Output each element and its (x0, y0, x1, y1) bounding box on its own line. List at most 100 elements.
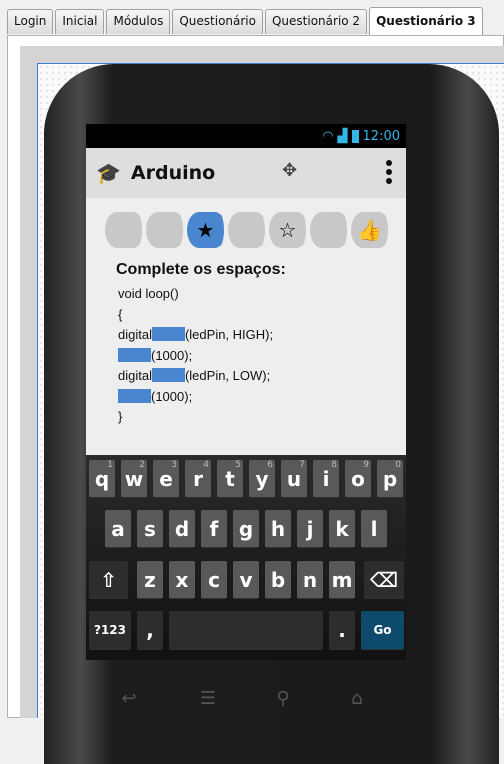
code-text: digital (118, 327, 152, 342)
progress-steps: ★ ☆ 👍 (105, 212, 388, 248)
code-text: } (118, 409, 123, 424)
backspace-key[interactable]: ⌫ (364, 561, 404, 599)
quiz-content: Complete os espaços: void loop() { digital… (116, 261, 286, 428)
code-text: { (118, 306, 123, 322)
key-y[interactable]: y6 (249, 460, 275, 498)
recent-apps-icon[interactable]: ⌂ (342, 688, 372, 709)
key-t[interactable]: t5 (217, 460, 243, 498)
key-c[interactable]: c (201, 561, 227, 599)
tab-5[interactable]: Questionário 3 (369, 7, 483, 35)
code-line: void loop() (118, 284, 286, 305)
step-4[interactable]: ☆ (269, 212, 306, 248)
key-d[interactable]: d (169, 510, 195, 548)
key-s[interactable]: s (137, 510, 163, 548)
tab-4[interactable]: Questionário 2 (264, 9, 368, 34)
key-q[interactable]: q1 (89, 460, 115, 498)
blank-field[interactable] (118, 347, 151, 362)
key-label: ?123 (93, 623, 126, 637)
key-label: , (146, 618, 154, 642)
key-label: l (370, 516, 378, 541)
key-m[interactable]: m (329, 561, 355, 599)
clock: 12:00 (362, 128, 400, 144)
key-label: b (270, 567, 286, 592)
key-i[interactable]: i8 (313, 460, 339, 498)
key-g[interactable]: g (233, 510, 259, 548)
key-h[interactable]: h (265, 510, 291, 548)
step-1[interactable] (146, 212, 183, 248)
tab-0[interactable]: Login (7, 9, 54, 34)
code-text: (1000); (151, 388, 193, 404)
shift-key[interactable]: ⇧ (89, 561, 128, 599)
key-number: 7 (299, 460, 305, 470)
space-key[interactable] (169, 611, 323, 650)
key-label: j (306, 516, 314, 541)
step-3[interactable] (228, 212, 265, 248)
blank-field[interactable] (151, 368, 185, 382)
comma-key[interactable]: , (137, 611, 163, 650)
key-label: i (322, 466, 330, 491)
key-a[interactable]: a (105, 510, 131, 548)
key-k[interactable]: k (329, 510, 355, 548)
key-number: 0 (395, 460, 401, 470)
blank-field[interactable] (118, 388, 151, 403)
key-number: 5 (235, 460, 241, 470)
battery-icon (351, 129, 359, 143)
soft-keyboard: q 1 w 2 e 3 r 4 t 5 y 6 u 7 i 8 o 9 p 0 a s d f g h j k l ⇧ z x c v b n m ⌫ ?1… (86, 455, 406, 660)
key-z[interactable]: z (137, 561, 163, 599)
graduation-cap-icon: 🎓 (96, 161, 121, 185)
key-v[interactable]: v (233, 561, 259, 599)
key-label: ⌫ (369, 567, 399, 592)
quiz-heading: Complete os espaços: (116, 261, 286, 278)
key-f[interactable]: f (201, 510, 227, 548)
go-key[interactable]: Go (361, 611, 404, 650)
step-5[interactable] (310, 212, 347, 248)
key-l[interactable]: l (361, 510, 387, 548)
code-text: (ledPin, HIGH); (184, 327, 274, 342)
key-label: h (270, 516, 286, 541)
key-u[interactable]: u7 (281, 460, 307, 498)
key-label: ⇧ (100, 567, 117, 592)
key-label: m (331, 567, 353, 592)
key-j[interactable]: j (297, 510, 323, 548)
key-label: y (255, 466, 269, 491)
code-line: digital (ledPin, HIGH); (118, 325, 286, 346)
key-number: 3 (171, 460, 177, 470)
key-number: 4 (203, 460, 209, 470)
period-key[interactable]: . (329, 611, 355, 650)
key-label: o (351, 466, 365, 491)
key-w[interactable]: w2 (121, 460, 147, 498)
tab-bar: Login Inicial Módulos Questionário Questioná… (7, 7, 485, 35)
signal-icon: ▟ (337, 128, 348, 144)
blank-field[interactable] (151, 327, 185, 341)
code-line: { (118, 305, 286, 326)
status-bar: ◠ ▟ 12:00 (86, 124, 406, 148)
overflow-menu-button[interactable] (386, 160, 392, 187)
key-label: n (302, 567, 318, 592)
key-n[interactable]: n (297, 561, 323, 599)
key-label: z (144, 567, 156, 592)
home-icon[interactable]: ☰ (193, 688, 223, 709)
search-icon[interactable]: ⚲ (268, 688, 298, 709)
back-icon[interactable]: ↩ (114, 688, 144, 709)
symbols-key[interactable]: ?123 (89, 611, 131, 650)
step-6[interactable]: 👍 (351, 212, 388, 248)
tab-2[interactable]: Módulos (106, 9, 171, 34)
step-0[interactable] (105, 212, 142, 248)
key-number: 1 (107, 460, 113, 470)
code-text: (1000); (151, 347, 193, 363)
key-r[interactable]: r4 (185, 460, 211, 498)
key-e[interactable]: e3 (153, 460, 179, 498)
tab-1[interactable]: Inicial (55, 9, 105, 34)
tab-3[interactable]: Questionário (172, 9, 263, 34)
key-label: q (94, 466, 110, 491)
key-p[interactable]: p0 (377, 460, 403, 498)
key-label: a (111, 516, 125, 541)
key-label: c (208, 567, 220, 592)
step-2[interactable]: ★ (187, 212, 224, 248)
key-b[interactable]: b (265, 561, 291, 599)
key-o[interactable]: o9 (345, 460, 371, 498)
wifi-icon: ◠ (322, 128, 334, 144)
key-x[interactable]: x (169, 561, 195, 599)
key-number: 6 (267, 460, 273, 470)
key-label: w (124, 466, 144, 491)
